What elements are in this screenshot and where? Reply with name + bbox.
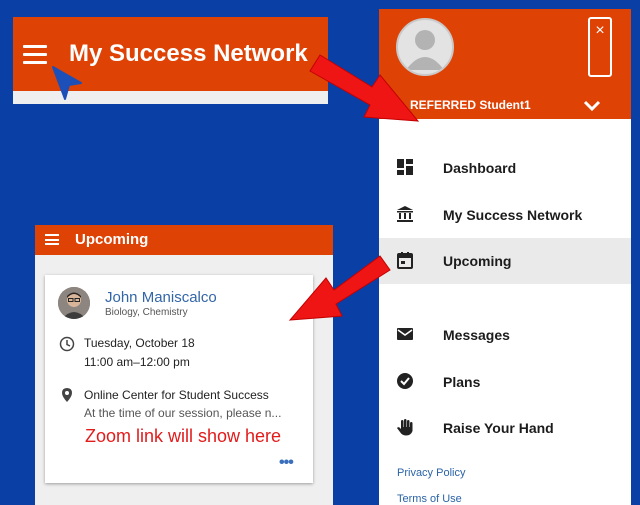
advisor-name-link[interactable]: John Maniscalco (105, 289, 217, 306)
nav-item-label: Messages (443, 327, 510, 343)
nav-item-upcoming[interactable]: Upcoming (379, 238, 631, 284)
nav-item-raise-your-hand[interactable]: Raise Your Hand (379, 405, 631, 451)
hamburger-menu-icon[interactable] (45, 234, 59, 245)
privacy-policy-link[interactable]: Privacy Policy (397, 467, 465, 479)
nav-item-label: Plans (443, 374, 481, 390)
person-photo-icon (58, 287, 90, 319)
advisor-avatar (58, 287, 90, 319)
app-title: My Success Network (69, 40, 308, 67)
nav-item-plans[interactable]: Plans (379, 359, 631, 405)
appointment-time: 11:00 am–12:00 pm (84, 355, 190, 369)
close-button[interactable]: × (588, 17, 612, 77)
upcoming-title: Upcoming (75, 231, 149, 248)
nav-item-label: My Success Network (443, 207, 583, 223)
nav-item-label: Dashboard (443, 160, 517, 176)
zoom-link-annotation: Zoom link will show here (85, 426, 282, 447)
calendar-icon (397, 252, 413, 269)
terms-of-use-link[interactable]: Terms of Use (397, 493, 462, 505)
appointment-location: Online Center for Student Success (84, 388, 269, 402)
nav-item-label: Raise Your Hand (443, 420, 554, 436)
clock-icon (59, 336, 75, 352)
hand-icon (397, 419, 413, 436)
nav-item-label: Upcoming (443, 253, 512, 269)
appointment-date: Tuesday, October 18 (84, 336, 195, 350)
nav-item-messages[interactable]: Messages (379, 312, 631, 358)
location-note: At the time of our session, please n... (84, 406, 282, 420)
nav-item-my-success-network[interactable]: My Success Network (379, 192, 631, 238)
hamburger-menu-icon[interactable] (23, 45, 47, 65)
mail-icon (397, 328, 413, 340)
check-circle-icon (397, 373, 413, 389)
annotation-arrow-to-card (288, 255, 391, 321)
more-options-button[interactable]: ••• (279, 454, 294, 472)
chevron-down-icon[interactable] (582, 99, 602, 113)
nav-item-dashboard[interactable]: Dashboard (379, 145, 631, 191)
dashboard-icon (397, 159, 413, 175)
location-pin-icon (62, 388, 72, 402)
appointment-card[interactable]: John Maniscalco Biology, Chemistry Tuesd… (45, 275, 313, 483)
annotation-arrow-to-drawer (309, 54, 420, 122)
mouse-cursor-icon (52, 66, 82, 100)
advisor-department: Biology, Chemistry (105, 307, 188, 318)
institution-icon (397, 206, 413, 222)
